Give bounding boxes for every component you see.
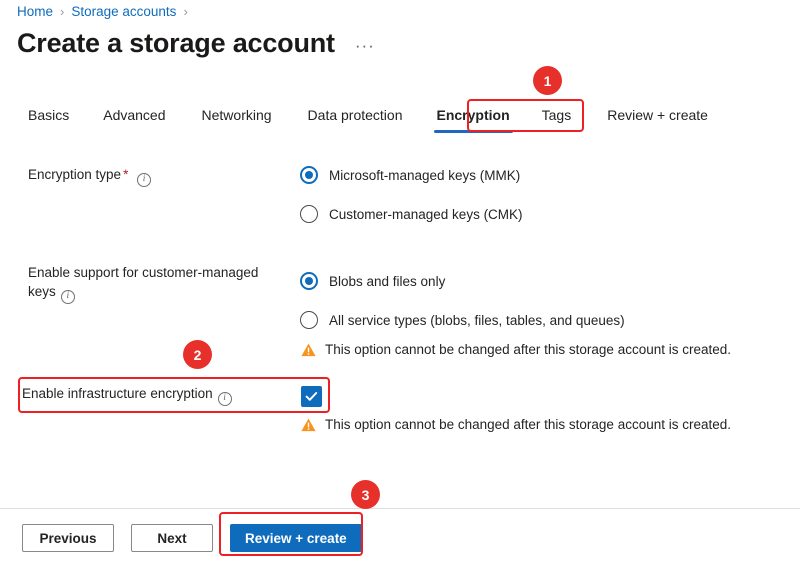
breadcrumb-separator-icon: › xyxy=(183,3,188,19)
tab-networking[interactable]: Networking xyxy=(191,100,283,130)
radio-button-icon[interactable] xyxy=(300,205,318,223)
radio-label: Blobs and files only xyxy=(329,273,446,289)
wizard-tabs: Basics Advanced Networking Data protecti… xyxy=(17,100,719,134)
tab-encryption[interactable]: Encryption xyxy=(426,100,521,133)
radio-button-icon[interactable] xyxy=(300,272,318,290)
warning-triangle-icon xyxy=(301,343,316,357)
radio-all-service-types[interactable]: All service types (blobs, files, tables,… xyxy=(300,311,625,329)
checkmark-icon xyxy=(305,391,318,401)
footer-divider xyxy=(0,508,800,509)
page-header: Create a storage account ··· xyxy=(17,26,375,60)
radio-label: Microsoft-managed keys (MMK) xyxy=(329,167,521,183)
annotation-badge-3: 3 xyxy=(351,480,380,509)
required-asterisk: * xyxy=(123,167,129,182)
tab-basics[interactable]: Basics xyxy=(17,100,80,130)
warning-triangle-icon xyxy=(301,418,316,432)
info-icon[interactable]: i xyxy=(60,289,75,304)
page-title: Create a storage account xyxy=(17,28,335,58)
breadcrumb-separator-icon: › xyxy=(60,3,65,19)
enable-infrastructure-encryption-row[interactable]: Enable infrastructure encryption i xyxy=(22,381,322,411)
cmk-support-warning: This option cannot be changed after this… xyxy=(301,342,731,357)
tab-tags[interactable]: Tags xyxy=(531,100,583,130)
infrastructure-encryption-warning: This option cannot be changed after this… xyxy=(301,417,731,432)
checkbox-label-text: Enable infrastructure encryption xyxy=(22,386,213,402)
encryption-type-label: Encryption type * i xyxy=(28,165,152,187)
cmk-support-label: Enable support for customer-managed keys… xyxy=(28,263,278,304)
radio-label: All service types (blobs, files, tables,… xyxy=(329,312,625,328)
previous-button[interactable]: Previous xyxy=(22,524,114,552)
warning-text: This option cannot be changed after this… xyxy=(325,342,732,357)
radio-customer-managed-keys[interactable]: Customer-managed keys (CMK) xyxy=(300,205,523,223)
tab-review-create[interactable]: Review + create xyxy=(596,100,719,130)
warning-text: This option cannot be changed after this… xyxy=(325,417,732,432)
breadcrumb-item-storage-accounts[interactable]: Storage accounts xyxy=(71,4,176,19)
wizard-footer: Previous Next Review + create xyxy=(22,524,362,552)
encryption-type-label-text: Encryption type xyxy=(28,167,122,182)
radio-microsoft-managed-keys[interactable]: Microsoft-managed keys (MMK) xyxy=(300,166,520,184)
review-create-button[interactable]: Review + create xyxy=(230,524,362,552)
radio-button-icon[interactable] xyxy=(300,166,318,184)
infrastructure-encryption-checkbox[interactable] xyxy=(301,385,322,407)
tab-data-protection[interactable]: Data protection xyxy=(297,100,414,130)
checkbox-label: Enable infrastructure encryption i xyxy=(22,386,232,406)
annotation-badge-2: 2 xyxy=(183,340,212,369)
radio-label: Customer-managed keys (CMK) xyxy=(329,206,523,222)
info-icon[interactable]: i xyxy=(217,391,232,406)
annotation-badge-1: 1 xyxy=(533,66,562,95)
radio-blobs-and-files-only[interactable]: Blobs and files only xyxy=(300,272,445,290)
radio-button-icon[interactable] xyxy=(300,311,318,329)
tab-advanced[interactable]: Advanced xyxy=(92,100,176,130)
breadcrumb-item-home[interactable]: Home xyxy=(17,4,53,19)
more-options-icon[interactable]: ··· xyxy=(355,36,375,56)
info-icon[interactable]: i xyxy=(137,172,152,187)
breadcrumb: Home › Storage accounts › xyxy=(17,0,195,22)
next-button[interactable]: Next xyxy=(131,524,213,552)
